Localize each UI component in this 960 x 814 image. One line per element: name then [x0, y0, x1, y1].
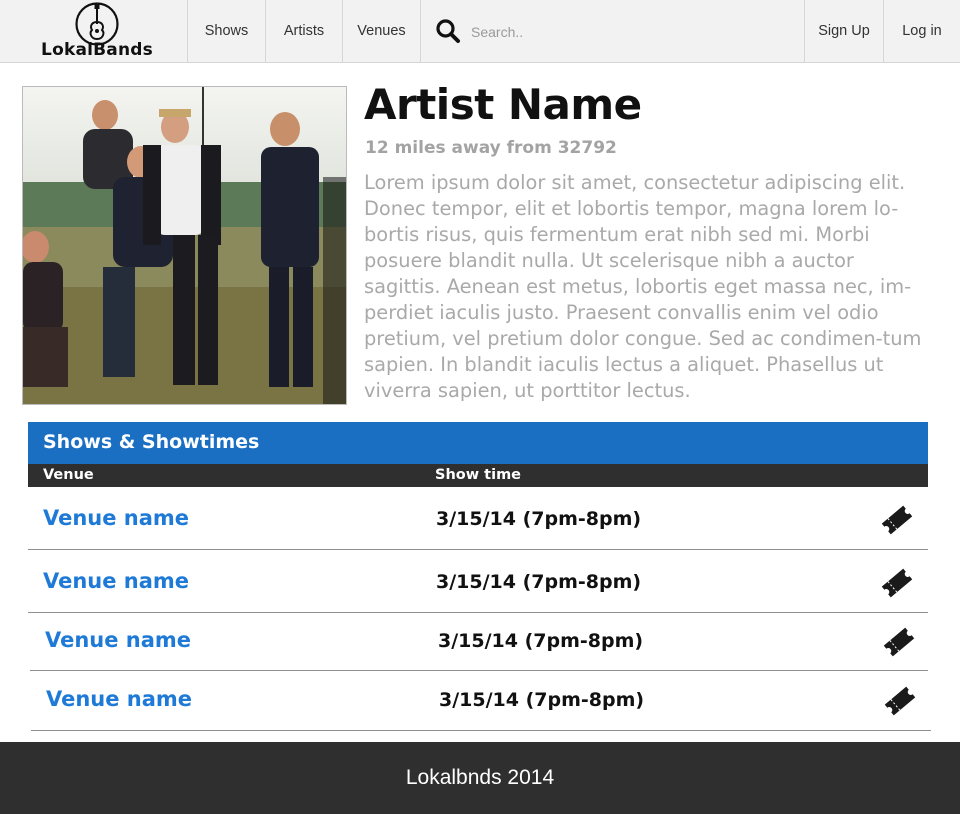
band-photo-image	[23, 87, 346, 404]
table-row: Venue name 3/15/14 (7pm-8pm)	[30, 614, 928, 671]
table-row: Venue name 3/15/14 (7pm-8pm)	[28, 551, 928, 613]
show-time: 3/15/14 (7pm-8pm)	[436, 571, 642, 593]
venue-link[interactable]: Venue name	[45, 628, 191, 652]
log-in-link[interactable]: Log in	[884, 0, 960, 63]
logo-text: LokalBands	[41, 40, 153, 60]
ticket-icon[interactable]	[881, 624, 917, 660]
artist-distance: 12 miles away from 32792	[365, 138, 617, 158]
shows-panel-header: Shows & Showtimes	[28, 422, 928, 464]
search-input[interactable]	[471, 20, 791, 44]
sign-up-link[interactable]: Sign Up	[805, 0, 884, 63]
logo[interactable]: LokalBands	[0, 0, 188, 63]
column-header-show-time: Show time	[435, 467, 522, 483]
venue-link[interactable]: Venue name	[43, 506, 189, 530]
column-header-venue: Venue	[43, 467, 94, 483]
venue-link[interactable]: Venue name	[43, 569, 189, 593]
table-row: Venue name 3/15/14 (7pm-8pm)	[28, 488, 928, 550]
top-navigation-bar: LokalBands Shows Artists Venues Sign Up …	[0, 0, 960, 63]
footer-copyright: Lokalbnds 2014	[405, 766, 555, 789]
nav-item-artists[interactable]: Artists	[266, 0, 343, 63]
search-icon[interactable]	[435, 18, 461, 44]
footer: Lokalbnds 2014	[0, 742, 960, 814]
nav-item-venues[interactable]: Venues	[343, 0, 421, 63]
ticket-icon[interactable]	[879, 565, 915, 601]
ticket-icon[interactable]	[882, 683, 918, 719]
nav-item-shows[interactable]: Shows	[188, 0, 266, 63]
show-time: 3/15/14 (7pm-8pm)	[439, 689, 645, 711]
show-time: 3/15/14 (7pm-8pm)	[438, 630, 644, 652]
table-row: Venue name 3/15/14 (7pm-8pm)	[31, 672, 931, 731]
artist-photo	[22, 86, 347, 405]
artist-bio: Lorem ipsum dolor sit amet, consectetur …	[364, 171, 922, 402]
shows-table-header: Venue Show time	[28, 464, 928, 487]
shows-panel-title: Shows & Showtimes	[43, 431, 260, 453]
artist-name: Artist Name	[364, 80, 642, 129]
venue-link[interactable]: Venue name	[46, 687, 192, 711]
ticket-icon[interactable]	[879, 502, 915, 538]
search-bar	[421, 0, 805, 63]
show-time: 3/15/14 (7pm-8pm)	[436, 508, 642, 530]
